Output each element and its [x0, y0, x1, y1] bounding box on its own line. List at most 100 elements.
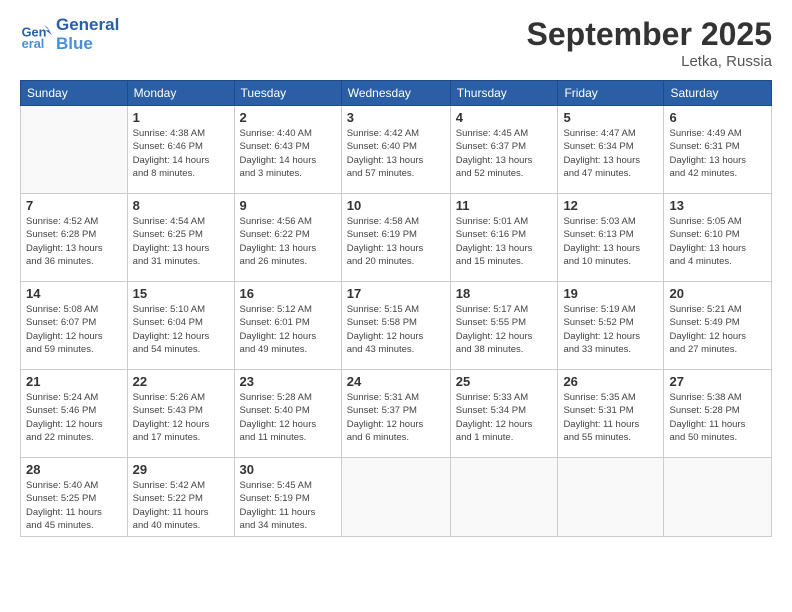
day-info: Sunrise: 5:15 AMSunset: 5:58 PMDaylight:…	[347, 303, 445, 356]
calendar-cell: 14 Sunrise: 5:08 AMSunset: 6:07 PMDayligh…	[21, 282, 128, 370]
day-number: 10	[347, 198, 445, 213]
day-info: Sunrise: 5:38 AMSunset: 5:28 PMDaylight:…	[669, 391, 766, 444]
location: Letka, Russia	[527, 53, 772, 70]
day-info: Sunrise: 5:33 AMSunset: 5:34 PMDaylight:…	[456, 391, 553, 444]
day-info: Sunrise: 5:08 AMSunset: 6:07 PMDaylight:…	[26, 303, 122, 356]
svg-text:eral: eral	[22, 35, 45, 50]
page: Gen eral General Blue September 2025 Let…	[0, 0, 792, 612]
day-number: 2	[240, 110, 336, 125]
day-info: Sunrise: 5:35 AMSunset: 5:31 PMDaylight:…	[563, 391, 658, 444]
logo: Gen eral General Blue	[20, 16, 119, 53]
calendar-cell: 12Sunrise: 5:03 AMSunset: 6:13 PMDayligh…	[558, 194, 664, 282]
calendar-cell: 2 Sunrise: 4:40 AMSunset: 6:43 PMDaylight…	[234, 106, 341, 194]
day-number: 8	[133, 198, 229, 213]
calendar-cell: 5 Sunrise: 4:47 AMSunset: 6:34 PMDaylight…	[558, 106, 664, 194]
day-number: 5	[563, 110, 658, 125]
day-number: 4	[456, 110, 553, 125]
calendar-cell	[558, 458, 664, 537]
day-info: Sunrise: 4:47 AMSunset: 6:34 PMDaylight:…	[563, 127, 658, 180]
day-info: Sunrise: 5:12 AMSunset: 6:01 PMDaylight:…	[240, 303, 336, 356]
logo-text: General Blue	[56, 16, 119, 53]
day-info: Sunrise: 5:19 AMSunset: 5:52 PMDaylight:…	[563, 303, 658, 356]
day-info: Sunrise: 4:45 AMSunset: 6:37 PMDaylight:…	[456, 127, 553, 180]
day-number: 17	[347, 286, 445, 301]
day-number: 1	[133, 110, 229, 125]
calendar-cell: 30 Sunrise: 5:45 AMSunset: 5:19 PMDayligh…	[234, 458, 341, 537]
day-info: Sunrise: 5:01 AMSunset: 6:16 PMDaylight:…	[456, 215, 553, 268]
day-number: 14	[26, 286, 122, 301]
day-number: 12	[563, 198, 658, 213]
col-saturday: Saturday	[664, 81, 772, 106]
calendar-cell: 19 Sunrise: 5:19 AMSunset: 5:52 PMDayligh…	[558, 282, 664, 370]
day-number: 15	[133, 286, 229, 301]
calendar-cell: 7 Sunrise: 4:52 AMSunset: 6:28 PMDaylight…	[21, 194, 128, 282]
day-number: 24	[347, 374, 445, 389]
day-number: 20	[669, 286, 766, 301]
col-thursday: Thursday	[450, 81, 558, 106]
calendar-cell: 10 Sunrise: 4:58 AMSunset: 6:19 PMDayligh…	[341, 194, 450, 282]
day-info: Sunrise: 4:42 AMSunset: 6:40 PMDaylight:…	[347, 127, 445, 180]
calendar-cell	[341, 458, 450, 537]
day-number: 19	[563, 286, 658, 301]
day-number: 26	[563, 374, 658, 389]
calendar-cell: 3 Sunrise: 4:42 AMSunset: 6:40 PMDaylight…	[341, 106, 450, 194]
calendar-cell: 20 Sunrise: 5:21 AMSunset: 5:49 PMDayligh…	[664, 282, 772, 370]
day-info: Sunrise: 5:28 AMSunset: 5:40 PMDaylight:…	[240, 391, 336, 444]
day-info: Sunrise: 5:40 AMSunset: 5:25 PMDaylight:…	[26, 479, 122, 532]
day-number: 18	[456, 286, 553, 301]
col-monday: Monday	[127, 81, 234, 106]
day-info: Sunrise: 4:38 AMSunset: 6:46 PMDaylight:…	[133, 127, 229, 180]
col-sunday: Sunday	[21, 81, 128, 106]
calendar-cell: 18 Sunrise: 5:17 AMSunset: 5:55 PMDayligh…	[450, 282, 558, 370]
month-title: September 2025	[527, 16, 772, 53]
calendar-cell	[450, 458, 558, 537]
day-info: Sunrise: 4:56 AMSunset: 6:22 PMDaylight:…	[240, 215, 336, 268]
calendar-table: Sunday Monday Tuesday Wednesday Thursday…	[20, 80, 772, 537]
day-info: Sunrise: 5:31 AMSunset: 5:37 PMDaylight:…	[347, 391, 445, 444]
calendar-cell: 9 Sunrise: 4:56 AMSunset: 6:22 PMDaylight…	[234, 194, 341, 282]
day-number: 21	[26, 374, 122, 389]
calendar-cell: 22 Sunrise: 5:26 AMSunset: 5:43 PMDayligh…	[127, 370, 234, 458]
day-number: 29	[133, 462, 229, 477]
calendar-cell: 8Sunrise: 4:54 AMSunset: 6:25 PMDaylight…	[127, 194, 234, 282]
col-friday: Friday	[558, 81, 664, 106]
calendar-cell: 26 Sunrise: 5:35 AMSunset: 5:31 PMDayligh…	[558, 370, 664, 458]
day-number: 9	[240, 198, 336, 213]
calendar-cell: 28 Sunrise: 5:40 AMSunset: 5:25 PMDayligh…	[21, 458, 128, 537]
calendar-cell: 29 Sunrise: 5:42 AMSunset: 5:22 PMDayligh…	[127, 458, 234, 537]
day-number: 25	[456, 374, 553, 389]
day-number: 30	[240, 462, 336, 477]
calendar-cell	[21, 106, 128, 194]
day-number: 16	[240, 286, 336, 301]
day-number: 3	[347, 110, 445, 125]
calendar-cell: 15Sunrise: 5:10 AMSunset: 6:04 PMDayligh…	[127, 282, 234, 370]
calendar-cell: 13Sunrise: 5:05 AMSunset: 6:10 PMDayligh…	[664, 194, 772, 282]
day-info: Sunrise: 5:45 AMSunset: 5:19 PMDaylight:…	[240, 479, 336, 532]
day-info: Sunrise: 4:58 AMSunset: 6:19 PMDaylight:…	[347, 215, 445, 268]
day-number: 7	[26, 198, 122, 213]
day-number: 22	[133, 374, 229, 389]
day-info: Sunrise: 4:52 AMSunset: 6:28 PMDaylight:…	[26, 215, 122, 268]
day-number: 6	[669, 110, 766, 125]
calendar-cell	[664, 458, 772, 537]
calendar-cell: 21Sunrise: 5:24 AMSunset: 5:46 PMDayligh…	[21, 370, 128, 458]
day-info: Sunrise: 4:40 AMSunset: 6:43 PMDaylight:…	[240, 127, 336, 180]
calendar-cell: 1 Sunrise: 4:38 AMSunset: 6:46 PMDaylight…	[127, 106, 234, 194]
logo-icon: Gen eral	[20, 19, 52, 51]
day-info: Sunrise: 5:17 AMSunset: 5:55 PMDaylight:…	[456, 303, 553, 356]
day-info: Sunrise: 5:42 AMSunset: 5:22 PMDaylight:…	[133, 479, 229, 532]
calendar-cell: 25 Sunrise: 5:33 AMSunset: 5:34 PMDayligh…	[450, 370, 558, 458]
calendar-cell: 16 Sunrise: 5:12 AMSunset: 6:01 PMDayligh…	[234, 282, 341, 370]
day-number: 23	[240, 374, 336, 389]
calendar-cell: 24 Sunrise: 5:31 AMSunset: 5:37 PMDayligh…	[341, 370, 450, 458]
calendar-cell: 23 Sunrise: 5:28 AMSunset: 5:40 PMDayligh…	[234, 370, 341, 458]
day-info: Sunrise: 5:05 AMSunset: 6:10 PMDaylight:…	[669, 215, 766, 268]
day-info: Sunrise: 4:49 AMSunset: 6:31 PMDaylight:…	[669, 127, 766, 180]
calendar-cell: 6 Sunrise: 4:49 AMSunset: 6:31 PMDaylight…	[664, 106, 772, 194]
day-number: 28	[26, 462, 122, 477]
calendar-cell: 17 Sunrise: 5:15 AMSunset: 5:58 PMDayligh…	[341, 282, 450, 370]
day-info: Sunrise: 5:21 AMSunset: 5:49 PMDaylight:…	[669, 303, 766, 356]
calendar-cell: 27Sunrise: 5:38 AMSunset: 5:28 PMDayligh…	[664, 370, 772, 458]
col-tuesday: Tuesday	[234, 81, 341, 106]
day-info: Sunrise: 5:26 AMSunset: 5:43 PMDaylight:…	[133, 391, 229, 444]
